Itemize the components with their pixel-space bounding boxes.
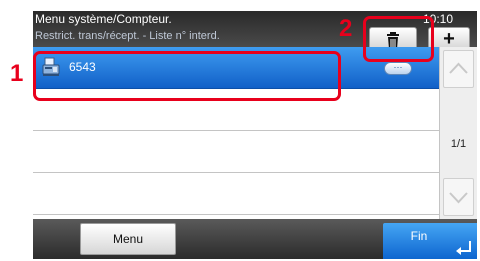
scroll-up-button[interactable]	[443, 50, 474, 88]
callout-number-1: 1	[10, 60, 24, 87]
chevron-down-icon	[449, 192, 468, 204]
callout-number-2: 2	[339, 15, 353, 42]
callout-box-2	[363, 16, 434, 62]
callout-box-1	[33, 51, 341, 101]
chevron-up-icon	[449, 62, 468, 74]
footer-bar: Menu Fin	[33, 219, 477, 259]
page-title: Menu système/Compteur.	[35, 12, 172, 26]
fin-button-label: Fin	[410, 229, 428, 243]
fin-button[interactable]: Fin	[383, 223, 477, 259]
list-item[interactable]	[33, 173, 439, 215]
detail-button[interactable]: ···	[384, 62, 412, 75]
page-indicator: 1/1	[450, 138, 467, 150]
menu-button[interactable]: Menu	[80, 223, 176, 255]
breadcrumb: Restrict. trans/récept. - Liste n° inter…	[35, 30, 220, 42]
enter-icon	[456, 241, 471, 255]
scroll-down-button[interactable]	[443, 178, 474, 216]
scrollbar: 1/1	[439, 47, 477, 219]
list-item[interactable]	[33, 131, 439, 173]
